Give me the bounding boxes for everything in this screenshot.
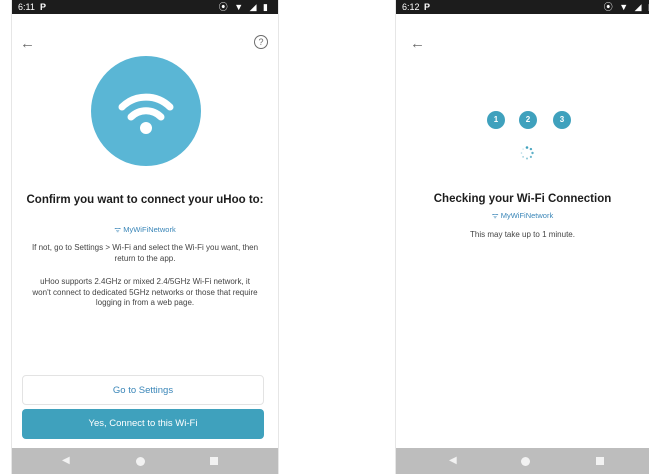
network-name: ᯤ MyWiFiNetwork: [114, 225, 176, 234]
nav-home-icon[interactable]: [136, 457, 145, 466]
app-notification-icon: P: [40, 2, 47, 12]
confirm-wifi-screen: 6:11 P ⦿ ▼ ◢ ▮ ← ? Confirm you want to c…: [12, 0, 278, 474]
step-1-indicator: 1: [487, 111, 505, 129]
nav-recents-icon[interactable]: [210, 457, 218, 465]
confirm-title: Confirm you want to connect your uHoo to…: [26, 194, 264, 206]
nav-back-icon[interactable]: ◀: [449, 455, 457, 466]
status-time: 6:12: [402, 2, 420, 12]
network-support-note: uHoo supports 2.4GHz or mixed 2.4/5GHz W…: [32, 277, 258, 307]
status-bar: 6:11 P ⦿ ▼ ◢ ▮: [12, 0, 278, 14]
checking-wifi-screen: 6:12 P ⦿ ▼ ◢ ▮ ← 1 2 3 Checking your Wi-…: [396, 0, 649, 474]
system-status-icons: ⦿ ▼ ◢ ▮: [603, 2, 649, 12]
status-time: 6:11: [18, 2, 35, 12]
wifi-icon: [91, 56, 201, 166]
go-to-settings-button[interactable]: Go to Settings: [22, 375, 264, 405]
checking-title: Checking your Wi-Fi Connection: [433, 193, 612, 205]
network-name: ᯤ MyWiFiNetwork: [491, 211, 554, 220]
nav-back-icon[interactable]: ◀: [62, 455, 70, 466]
back-arrow-icon[interactable]: ←: [410, 36, 425, 51]
status-bar: 6:12 P ⦿ ▼ ◢ ▮: [396, 0, 649, 14]
settings-instruction: If not, go to Settings > Wi-Fi and selec…: [31, 243, 259, 263]
back-arrow-icon[interactable]: ←: [20, 36, 35, 51]
help-icon[interactable]: ?: [254, 35, 268, 49]
step-3-indicator: 3: [553, 111, 571, 129]
android-nav-bar: ◀: [396, 448, 649, 474]
system-status-icons: ⦿ ▼ ◢ ▮: [218, 2, 270, 12]
android-nav-bar: ◀: [12, 448, 278, 474]
wait-message: This may take up to 1 minute.: [470, 230, 575, 239]
loading-spinner-icon: [520, 146, 534, 160]
nav-recents-icon[interactable]: [596, 457, 604, 465]
app-notification-icon: P: [424, 2, 431, 12]
nav-home-icon[interactable]: [521, 457, 530, 466]
step-2-indicator: 2: [519, 111, 537, 129]
connect-wifi-button[interactable]: Yes, Connect to this Wi-Fi: [22, 409, 264, 439]
